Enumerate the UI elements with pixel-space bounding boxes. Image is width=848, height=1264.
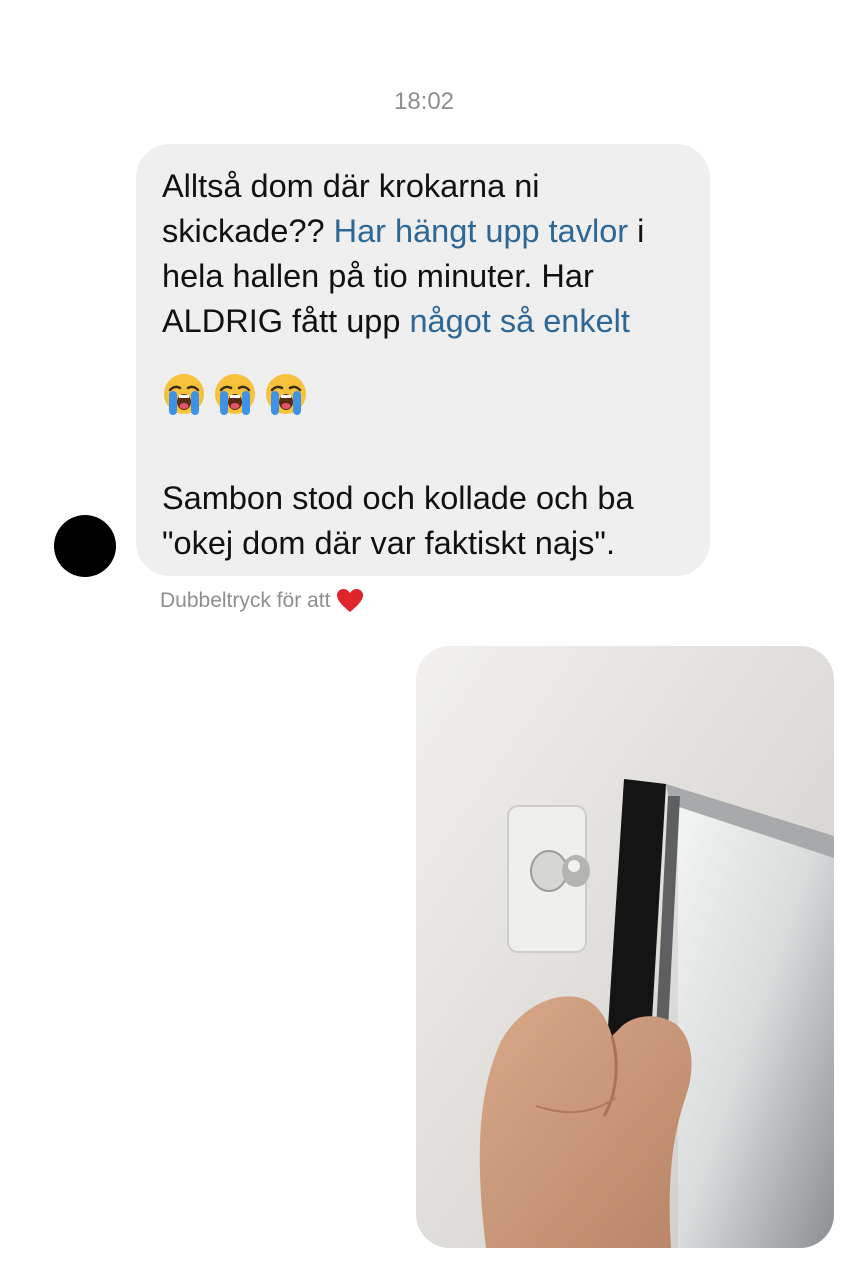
double-tap-hint-text: Dubbeltryck för att xyxy=(160,589,331,612)
crying-face-emoji-icon xyxy=(266,374,306,415)
message-paragraph-1: Alltså dom där krokarna ni skickade?? Ha… xyxy=(162,164,686,344)
crying-face-emoji-icon xyxy=(215,374,255,415)
crying-face-emoji-icon xyxy=(164,374,204,415)
emoji-row xyxy=(162,372,686,418)
message-paragraph-2: Sambon stod och kollade och ba "okej dom… xyxy=(162,480,634,561)
message-bubble[interactable]: Alltså dom där krokarna ni skickade?? Ha… xyxy=(136,144,710,576)
photo-hook-frame-hand xyxy=(416,646,834,1248)
message-timestamp: 18:02 xyxy=(393,88,455,115)
attached-photo[interactable] xyxy=(416,646,834,1248)
sender-avatar[interactable] xyxy=(54,515,116,577)
heart-icon xyxy=(337,589,364,612)
message-highlight-link-1[interactable]: Har hängt upp tavlor xyxy=(334,213,628,249)
double-tap-hint: Dubbeltryck för att xyxy=(160,588,364,614)
message-highlight-link-2[interactable]: något så enkelt xyxy=(409,303,629,339)
